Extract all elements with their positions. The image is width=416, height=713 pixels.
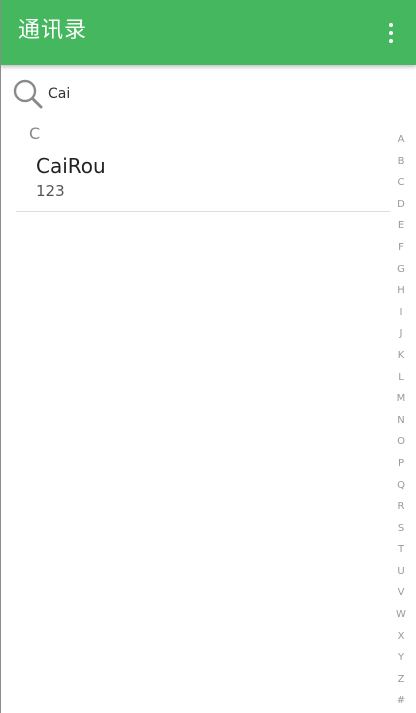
- contact-name: CaiRou: [36, 154, 106, 178]
- overflow-menu-icon-dot-2: [389, 31, 393, 35]
- index-letter-k[interactable]: K: [386, 345, 416, 367]
- index-letter-w[interactable]: W: [386, 604, 416, 626]
- app-toolbar: 通讯录: [0, 0, 416, 65]
- index-letter-r[interactable]: R: [386, 496, 416, 518]
- index-letter-g[interactable]: G: [386, 259, 416, 281]
- contacts-screen: 通讯录 C CaiRou 123 A B C D E F G H I J K L…: [0, 0, 416, 713]
- contact-list-item[interactable]: CaiRou 123: [16, 148, 390, 212]
- overflow-menu-icon: [389, 23, 393, 27]
- index-letter-v[interactable]: V: [386, 582, 416, 604]
- index-letter-x[interactable]: X: [386, 626, 416, 648]
- index-letter-e[interactable]: E: [386, 215, 416, 237]
- index-letter-n[interactable]: N: [386, 410, 416, 432]
- index-letter-b[interactable]: B: [386, 151, 416, 173]
- index-letter-s[interactable]: S: [386, 518, 416, 540]
- index-letter-l[interactable]: L: [386, 367, 416, 389]
- index-letter-c[interactable]: C: [386, 172, 416, 194]
- contact-number: 123: [36, 182, 65, 200]
- index-letter-z[interactable]: Z: [386, 669, 416, 691]
- index-letter-p[interactable]: P: [386, 453, 416, 475]
- window-edge: [0, 0, 1, 713]
- search-icon[interactable]: [12, 78, 44, 110]
- index-letter-h[interactable]: H: [386, 280, 416, 302]
- index-letter-f[interactable]: F: [386, 237, 416, 259]
- index-letter-hash[interactable]: #: [386, 690, 416, 712]
- index-letter-t[interactable]: T: [386, 539, 416, 561]
- index-letter-y[interactable]: Y: [386, 647, 416, 669]
- search-bar: [12, 78, 392, 110]
- index-letter-o[interactable]: O: [386, 431, 416, 453]
- index-letter-q[interactable]: Q: [386, 475, 416, 497]
- alphabet-index-bar[interactable]: A B C D E F G H I J K L M N O P Q R S T …: [386, 129, 416, 713]
- search-input[interactable]: [48, 83, 368, 105]
- index-letter-a[interactable]: A: [386, 129, 416, 151]
- section-header-letter: C: [29, 124, 41, 143]
- index-letter-m[interactable]: M: [386, 388, 416, 410]
- index-letter-d[interactable]: D: [386, 194, 416, 216]
- index-letter-j[interactable]: J: [386, 323, 416, 345]
- index-letter-i[interactable]: I: [386, 302, 416, 324]
- overflow-menu-button[interactable]: [376, 16, 406, 50]
- index-letter-u[interactable]: U: [386, 561, 416, 583]
- overflow-menu-icon-dot-3: [389, 39, 393, 43]
- app-title: 通讯录: [18, 18, 88, 43]
